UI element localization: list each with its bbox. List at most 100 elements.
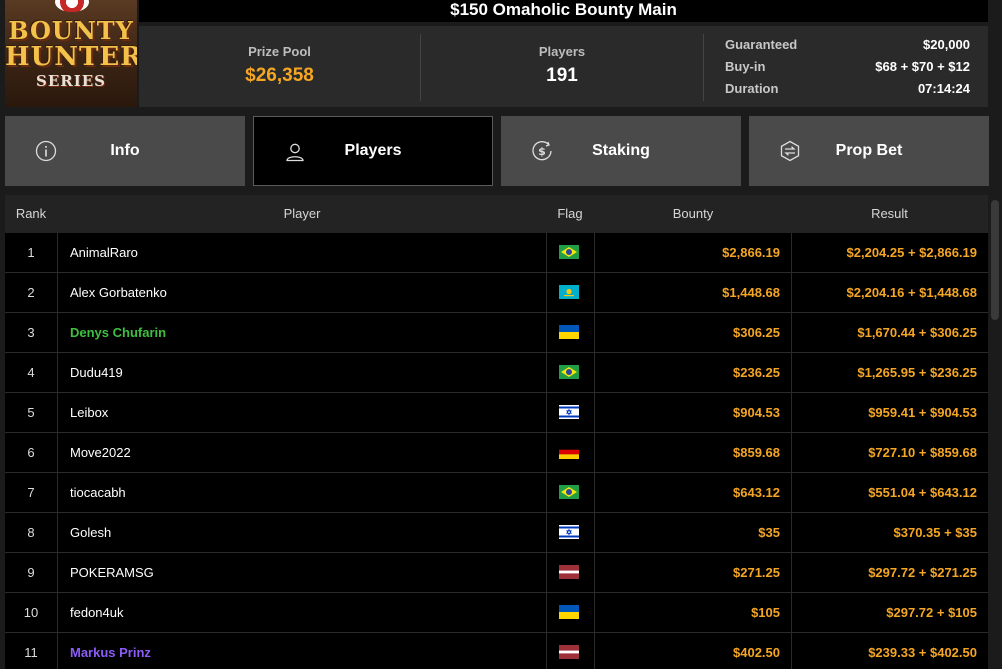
players-stat: Players 191 [422, 26, 702, 107]
player-name[interactable]: Leibox [70, 393, 540, 433]
stats-divider [420, 34, 421, 101]
prop-bet-icon [780, 140, 800, 162]
flag-cell [546, 473, 594, 513]
guaranteed-row: Guaranteed $20,000 [725, 37, 970, 59]
header-bounty[interactable]: Bounty [595, 195, 791, 233]
bounty-cell: $105 [751, 605, 780, 620]
bounty-cell: $271.25 [733, 565, 780, 580]
bounty-cell: $35 [758, 525, 780, 540]
flag-cell [546, 633, 594, 669]
result-cell: $551.04 + $643.12 [868, 485, 977, 500]
svg-text:$: $ [538, 145, 546, 158]
latvia-flag-icon [559, 645, 579, 659]
flag-cell [546, 513, 594, 553]
bounty-cell: $643.12 [733, 485, 780, 500]
brazil-flag-icon [559, 365, 579, 379]
table-row[interactable]: 9 POKERAMSG $271.25 $297.72 + $271.25 [5, 553, 988, 593]
player-name[interactable]: fedon4uk [70, 593, 540, 633]
player-name[interactable]: Golesh [70, 513, 540, 553]
player-name[interactable]: Dudu419 [70, 353, 540, 393]
bounty-cell: $402.50 [733, 645, 780, 660]
guaranteed-label: Guaranteed [725, 37, 798, 52]
table-row[interactable]: 3 Denys Chufarin $306.25 $1,670.44 + $306.2… [5, 313, 988, 353]
tab-players[interactable]: Players [253, 116, 493, 186]
tournament-stats: Prize Pool $26,358 Players 191 Guarantee… [139, 26, 988, 107]
israel-flag-icon [559, 405, 579, 419]
brazil-flag-icon [559, 245, 579, 259]
player-name[interactable]: Denys Chufarin [70, 313, 540, 353]
latvia-flag-icon [559, 565, 579, 579]
flag-cell [546, 233, 594, 273]
germany-flag-icon [559, 445, 579, 459]
player-name[interactable]: tiocacabh [70, 473, 540, 513]
table-header: Rank Player Flag Bounty Result [5, 195, 988, 233]
logo-line-3: SERIES [35, 72, 106, 90]
table-row[interactable]: 6 Move2022 $859.68 $727.10 + $859.68 [5, 433, 988, 473]
rank-cell: 7 [27, 485, 35, 500]
rank-cell: 1 [27, 245, 35, 260]
stats-divider [703, 34, 704, 101]
rank-cell: 6 [27, 445, 35, 460]
header-player[interactable]: Player [57, 195, 547, 233]
players-table: Rank Player Flag Bounty Result 1 AnimalRa… [5, 195, 988, 669]
rank-cell: 10 [23, 605, 39, 620]
user-icon [286, 143, 304, 162]
flag-cell [546, 593, 594, 633]
bounty-cell: $1,448.68 [722, 285, 780, 300]
tab-prop-bet[interactable]: Prop Bet [749, 116, 989, 186]
players-label: Players [538, 44, 586, 59]
bounty-cell: $306.25 [733, 325, 780, 340]
table-row[interactable]: 8 Golesh $35 $370.35 + $35 [5, 513, 988, 553]
player-name[interactable]: Markus Prinz [70, 633, 540, 669]
rank-cell: 4 [27, 365, 35, 380]
israel-flag-icon [559, 525, 579, 539]
player-name[interactable]: Alex Gorbatenko [70, 273, 540, 313]
result-cell: $727.10 + $859.68 [868, 445, 977, 460]
rank-cell: 3 [27, 325, 35, 340]
player-name[interactable]: Move2022 [70, 433, 540, 473]
duration-value: 07:14:24 [917, 81, 970, 96]
result-cell: $297.72 + $271.25 [868, 565, 977, 580]
poker-chip-icon [55, 0, 89, 12]
rank-cell: 11 [24, 645, 38, 660]
brazil-flag-icon [559, 485, 579, 499]
tab-staking[interactable]: $ Staking [501, 116, 741, 186]
table-scrollbar[interactable] [988, 195, 1002, 669]
result-cell: $1,670.44 + $306.25 [857, 325, 977, 340]
result-cell: $2,204.16 + $1,448.68 [846, 285, 977, 300]
ukraine-flag-icon [559, 325, 579, 339]
flag-cell [546, 273, 594, 313]
logo-line-1: BOUNTY [8, 16, 134, 45]
flag-cell [546, 393, 594, 433]
prize-pool-stat: Prize Pool $26,358 [139, 26, 420, 107]
table-row[interactable]: 11 Markus Prinz $402.50 $239.33 + $402.50 [5, 633, 988, 669]
prize-pool-label: Prize Pool [248, 44, 311, 59]
table-row[interactable]: 2 Alex Gorbatenko $1,448.68 $2,204.16 + $1,… [5, 273, 988, 313]
bounty-cell: $859.68 [733, 445, 780, 460]
logo-line-2: HUNTERS [5, 42, 137, 72]
rank-cell: 8 [27, 525, 35, 540]
buyin-value: $68 + $70 + $12 [875, 59, 970, 74]
buyin-row: Buy-in $68 + $70 + $12 [725, 59, 970, 81]
table-row[interactable]: 4 Dudu419 $236.25 $1,265.95 + $236.25 [5, 353, 988, 393]
rank-cell: 2 [27, 285, 35, 300]
scrollbar-thumb[interactable] [991, 200, 999, 320]
header-rank[interactable]: Rank [5, 195, 57, 233]
result-cell: $239.33 + $402.50 [868, 645, 977, 660]
table-row[interactable]: 1 AnimalRaro $2,866.19 $2,204.25 + $2,866.1… [5, 233, 988, 273]
header-result[interactable]: Result [791, 195, 988, 233]
table-row[interactable]: 10 fedon4uk $105 $297.72 + $105 [5, 593, 988, 633]
header-flag[interactable]: Flag [546, 195, 594, 233]
tournament-title: $150 Omaholic Bounty Main [139, 0, 988, 22]
player-name[interactable]: POKERAMSG [70, 553, 540, 593]
flag-cell [546, 313, 594, 353]
player-name[interactable]: AnimalRaro [70, 233, 540, 273]
buyin-label: Buy-in [725, 59, 766, 74]
ukraine-flag-icon [559, 605, 579, 619]
table-row[interactable]: 5 Leibox $904.53 $959.41 + $904.53 [5, 393, 988, 433]
flag-cell [546, 553, 594, 593]
tab-info[interactable]: Info [5, 116, 245, 186]
duration-row: Duration 07:14:24 [725, 81, 970, 103]
result-cell: $370.35 + $35 [893, 525, 978, 540]
table-row[interactable]: 7 tiocacabh $643.12 $551.04 + $643.12 [5, 473, 988, 513]
